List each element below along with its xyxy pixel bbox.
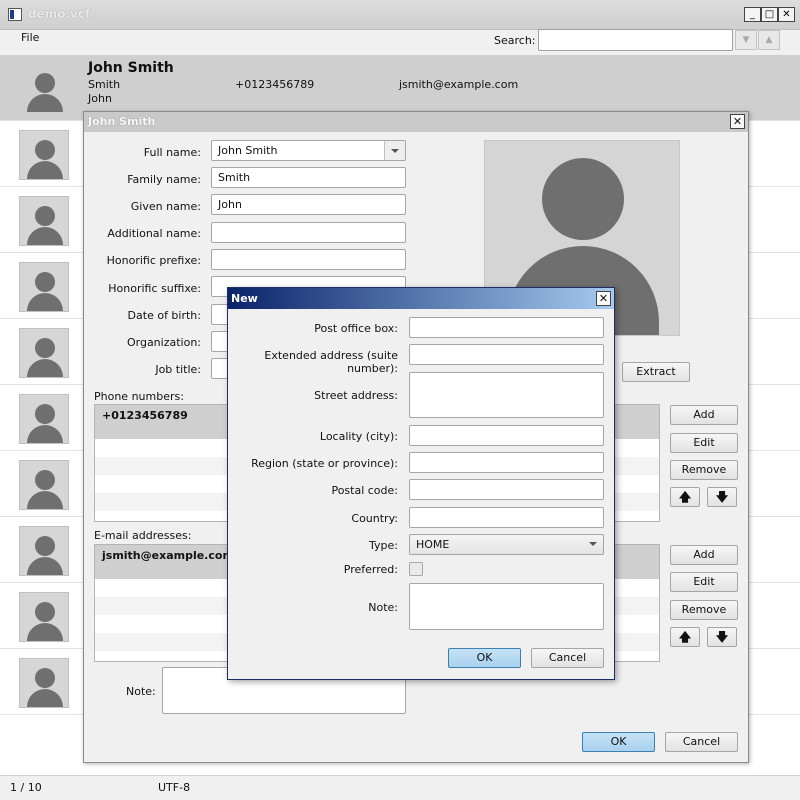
avatar-icon bbox=[19, 526, 69, 576]
date-of-birth-label: Date of birth: bbox=[127, 309, 201, 322]
note-field[interactable] bbox=[409, 583, 604, 630]
full-name-field[interactable]: John Smith bbox=[211, 140, 406, 161]
status-page: 1 / 10 bbox=[10, 781, 42, 794]
ok-button[interactable]: OK bbox=[448, 648, 521, 668]
job-title-label: Job title: bbox=[155, 363, 201, 376]
street-address-label: Street address: bbox=[314, 389, 398, 402]
phone-numbers-label: Phone numbers: bbox=[94, 390, 184, 403]
maximize-button[interactable]: □ bbox=[761, 7, 778, 22]
extended-address-label: Extended address (suite number): bbox=[264, 349, 398, 375]
honorific-prefix-field[interactable] bbox=[211, 249, 406, 270]
given-name-field[interactable]: John bbox=[211, 194, 406, 215]
extract-button[interactable]: Extract bbox=[622, 362, 690, 382]
window-titlebar: demo.vcf _ □ ✕ bbox=[0, 0, 800, 30]
close-icon[interactable]: ✕ bbox=[596, 291, 611, 306]
email-add-button[interactable]: Add bbox=[670, 545, 738, 565]
contact-name: John Smith bbox=[88, 60, 174, 76]
country-label: Country: bbox=[351, 512, 398, 525]
locality-field[interactable] bbox=[409, 425, 604, 446]
email-down-arrow-icon[interactable]: 🡇 bbox=[707, 627, 737, 647]
contact-given: John bbox=[88, 92, 112, 105]
status-encoding: UTF-8 bbox=[158, 781, 191, 794]
locality-label: Locality (city): bbox=[319, 430, 398, 443]
avatar-icon bbox=[19, 394, 69, 444]
statusbar: 1 / 10 UTF-8 bbox=[0, 775, 800, 800]
note-label: Note: bbox=[368, 601, 398, 614]
dialog-title: New bbox=[231, 292, 258, 305]
avatar-icon bbox=[19, 658, 69, 708]
phone-up-arrow-icon[interactable]: 🡅 bbox=[670, 487, 700, 507]
email-addresses-label: E-mail addresses: bbox=[94, 529, 192, 542]
type-label: Type: bbox=[369, 539, 398, 552]
additional-name-label: Additional name: bbox=[107, 227, 201, 240]
new-address-dialog: New ✕ Post office box: Extended address … bbox=[227, 287, 615, 680]
avatar-icon bbox=[19, 63, 69, 113]
close-icon[interactable]: ✕ bbox=[730, 114, 745, 129]
contact-phone: +0123456789 bbox=[235, 78, 315, 91]
search-input[interactable] bbox=[538, 29, 733, 51]
dialog-titlebar: John Smith ✕ bbox=[84, 112, 748, 132]
phone-add-button[interactable]: Add bbox=[670, 405, 738, 425]
cancel-button[interactable]: Cancel bbox=[531, 648, 604, 668]
organization-label: Organization: bbox=[126, 336, 201, 349]
phone-remove-button[interactable]: Remove bbox=[670, 460, 738, 480]
window-title: demo.vcf bbox=[28, 7, 91, 21]
email-remove-button[interactable]: Remove bbox=[670, 600, 738, 620]
avatar-icon bbox=[19, 592, 69, 642]
avatar-icon bbox=[19, 460, 69, 510]
additional-name-field[interactable] bbox=[211, 222, 406, 243]
family-name-field[interactable]: Smith bbox=[211, 167, 406, 188]
phone-edit-button[interactable]: Edit bbox=[670, 433, 738, 453]
region-label: Region (state or province): bbox=[251, 457, 398, 470]
full-name-label: Full name: bbox=[143, 146, 201, 159]
region-field[interactable] bbox=[409, 452, 604, 473]
contact-email: jsmith@example.com bbox=[399, 78, 519, 91]
preferred-label: Preferred: bbox=[343, 563, 398, 576]
postal-code-label: Postal code: bbox=[331, 484, 398, 497]
street-address-field[interactable] bbox=[409, 372, 604, 418]
country-field[interactable] bbox=[409, 507, 604, 528]
type-select[interactable]: HOME bbox=[409, 534, 604, 555]
dialog-titlebar: New ✕ bbox=[228, 288, 614, 309]
close-button[interactable]: ✕ bbox=[778, 7, 795, 22]
family-name-label: Family name: bbox=[127, 173, 201, 186]
cancel-button[interactable]: Cancel bbox=[665, 732, 738, 752]
contact-family: Smith bbox=[88, 78, 121, 91]
preferred-checkbox[interactable] bbox=[409, 562, 423, 576]
search-prev-button[interactable]: ▲ bbox=[758, 30, 780, 50]
honorific-prefix-label: Honorific prefixe: bbox=[106, 254, 201, 267]
postal-code-field[interactable] bbox=[409, 479, 604, 500]
menu-file[interactable]: File bbox=[21, 31, 39, 44]
given-name-label: Given name: bbox=[130, 200, 201, 213]
search-next-button[interactable]: ▼ bbox=[735, 30, 757, 50]
po-box-field[interactable] bbox=[409, 317, 604, 338]
minimize-button[interactable]: _ bbox=[744, 7, 761, 22]
app-icon bbox=[8, 8, 22, 21]
phone-down-arrow-icon[interactable]: 🡇 bbox=[707, 487, 737, 507]
dialog-title: John Smith bbox=[88, 115, 156, 128]
po-box-label: Post office box: bbox=[314, 322, 398, 335]
note-label: Note: bbox=[126, 685, 156, 698]
email-up-arrow-icon[interactable]: 🡅 bbox=[670, 627, 700, 647]
extended-address-field[interactable] bbox=[409, 344, 604, 365]
chevron-down-icon bbox=[589, 542, 597, 546]
email-edit-button[interactable]: Edit bbox=[670, 572, 738, 592]
ok-button[interactable]: OK bbox=[582, 732, 655, 752]
honorific-suffix-label: Honorific suffixe: bbox=[108, 282, 201, 295]
search-label: Search: bbox=[494, 34, 536, 47]
